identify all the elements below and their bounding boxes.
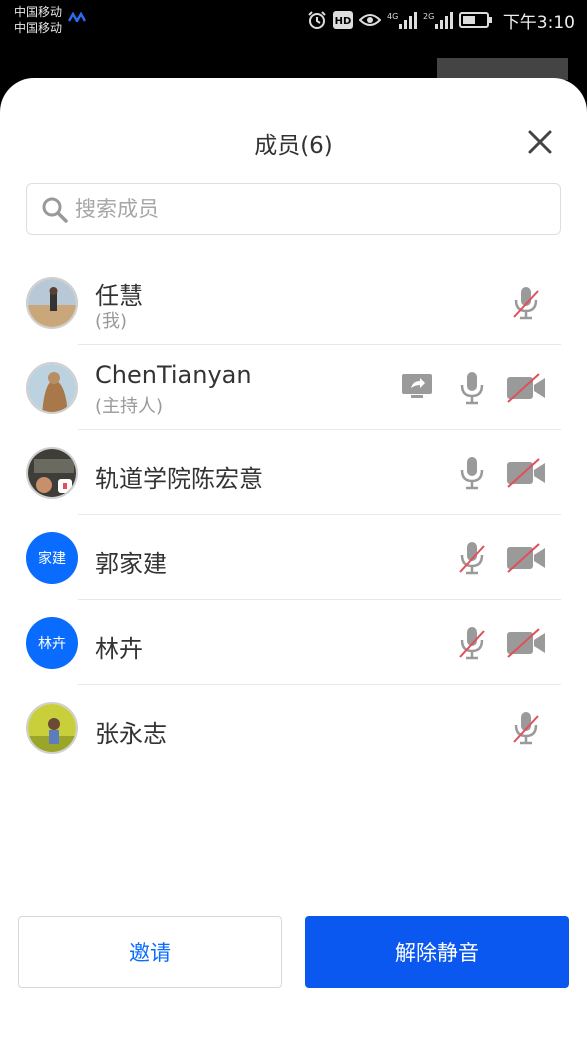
carrier-labels: 中国移动 中国移动 <box>14 4 62 36</box>
member-row[interactable]: 轨道学院陈宏意 <box>0 430 587 515</box>
member-role: (主持人) <box>95 396 164 417</box>
carrier-1: 中国移动 <box>14 5 63 19</box>
battery-icon <box>458 12 492 28</box>
camera-off-icon[interactable] <box>505 458 547 488</box>
member-name: 郭家建 <box>95 550 167 578</box>
member-name: 轨道学院陈宏意 <box>95 465 263 493</box>
camera-off-icon[interactable] <box>505 628 547 658</box>
member-row[interactable]: ChenTianyan (主持人) <box>0 345 587 430</box>
member-role: (我) <box>95 311 128 332</box>
eye-icon <box>358 14 381 26</box>
members-panel: 成员(6) 任慧 (我) <box>0 78 587 1043</box>
member-row[interactable]: 林卉 林卉 <box>0 600 587 685</box>
avatar: 家建 <box>26 532 78 584</box>
mic-icon[interactable] <box>456 370 488 406</box>
camera-off-icon[interactable] <box>505 373 547 403</box>
member-name: 张永志 <box>95 720 167 748</box>
close-icon[interactable] <box>524 126 556 158</box>
status-bar: 中国移动 中国移动 HD 4G 2G 下午3:10 <box>0 0 587 40</box>
avatar <box>26 277 78 329</box>
signal-2g-icon: 2G <box>423 12 453 29</box>
search-icon <box>42 197 68 223</box>
background-button <box>437 58 568 80</box>
avatar <box>26 447 78 499</box>
carrier-activity-icon <box>68 12 86 22</box>
member-name: 林卉 <box>95 635 143 663</box>
mic-muted-icon[interactable] <box>456 540 488 576</box>
search-box[interactable] <box>26 183 561 235</box>
screen-share-icon[interactable] <box>400 372 434 402</box>
mic-muted-icon[interactable] <box>456 625 488 661</box>
carrier-2: 中国移动 <box>14 21 63 35</box>
avatar <box>26 362 78 414</box>
unmute-button[interactable]: 解除静音 <box>305 916 569 988</box>
status-icons: HD 4G 2G 下午3:10 <box>307 8 575 33</box>
mic-icon[interactable] <box>456 455 488 491</box>
member-row[interactable]: 张永志 <box>0 685 587 770</box>
invite-button[interactable]: 邀请 <box>18 916 282 988</box>
camera-off-icon[interactable] <box>505 543 547 573</box>
avatar: 林卉 <box>26 617 78 669</box>
member-name: ChenTianyan <box>95 361 252 389</box>
member-row[interactable]: 家建 郭家建 <box>0 515 587 600</box>
panel-title: 成员(6) <box>254 133 333 159</box>
svg-text:4G: 4G <box>387 12 398 21</box>
hd-icon: HD <box>332 11 353 29</box>
search-input[interactable] <box>75 192 545 226</box>
alarm-icon <box>308 11 326 29</box>
member-name: 任慧 <box>95 282 143 310</box>
svg-text:HD: HD <box>334 16 351 27</box>
signal-4g-icon: 4G <box>387 12 417 29</box>
svg-text:2G: 2G <box>423 12 434 21</box>
member-row[interactable]: 任慧 (我) <box>0 260 587 345</box>
mic-muted-icon[interactable] <box>510 710 542 746</box>
mic-muted-icon[interactable] <box>510 285 542 321</box>
avatar <box>26 702 78 754</box>
status-time: 下午3:10 <box>502 12 575 33</box>
